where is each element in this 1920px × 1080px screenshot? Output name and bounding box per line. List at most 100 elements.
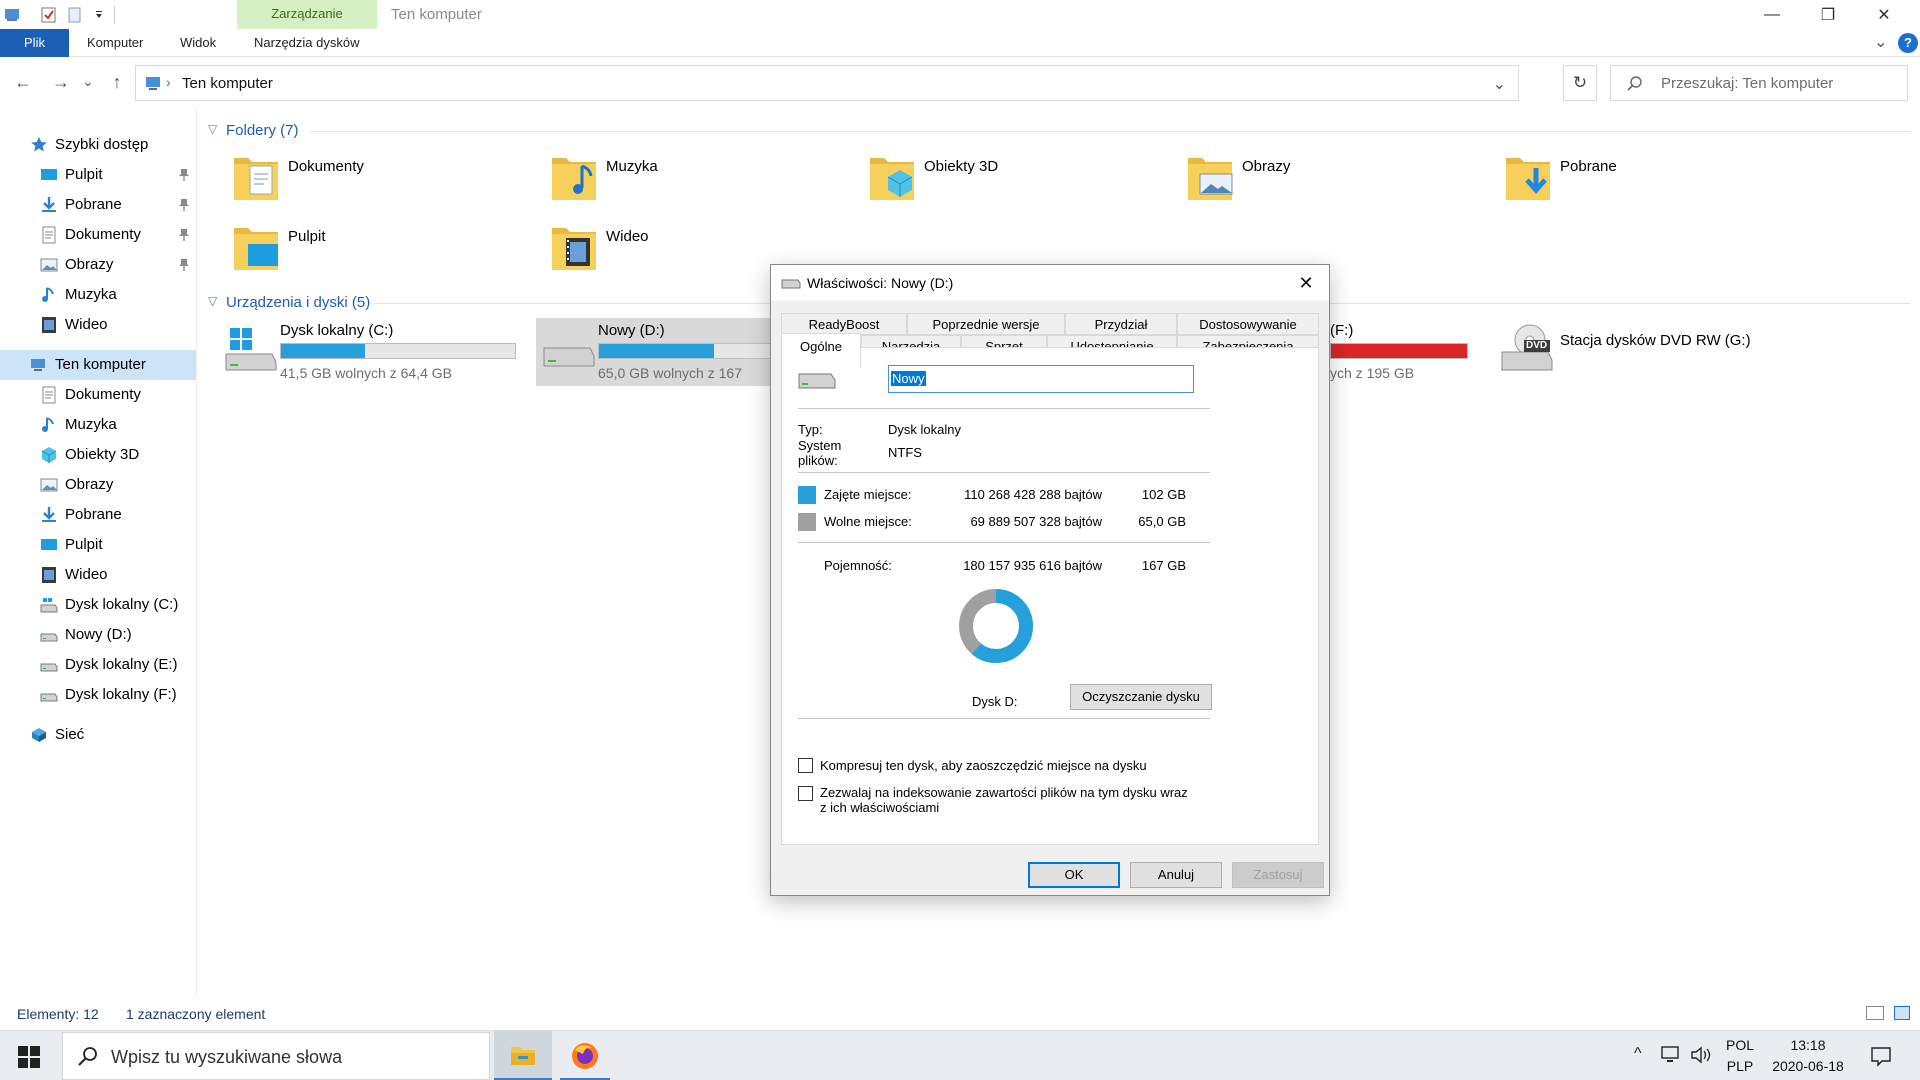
sidebar-item-ten-komputer[interactable]: Ten komputer [0, 350, 196, 380]
dialog-close-button[interactable]: ✕ [1289, 267, 1323, 299]
desktop-icon [40, 166, 58, 184]
collapse-devices-chevron-icon[interactable]: ▽ [208, 294, 217, 308]
taskbar-search-input[interactable]: Wpisz tu wyszukiwane słowa [62, 1032, 490, 1080]
capacity-bytes: 180 157 935 616 bajtów [963, 558, 1102, 573]
maximize-icon: ❐ [1820, 6, 1836, 24]
pin-icon [178, 258, 190, 272]
recent-locations-button[interactable]: ⌄ [80, 69, 96, 95]
tab-quota[interactable]: Przydział [1065, 313, 1177, 335]
sidebar-item-muzyka[interactable]: Muzyka [0, 410, 196, 440]
folder-tile[interactable]: Muzyka [546, 148, 846, 212]
drive-icon [798, 370, 836, 390]
explorer-app-icon[interactable] [4, 6, 22, 24]
objects-3d-folder-icon [868, 152, 918, 204]
sidebar-item-pobrane[interactable]: Pobrane [0, 500, 196, 530]
large-icons-view-icon[interactable] [1894, 1006, 1910, 1020]
tab-general[interactable]: Ogólne [781, 333, 861, 369]
forward-button[interactable]: → [48, 69, 74, 95]
tab-file[interactable]: Plik [0, 29, 69, 57]
tab-drive-tools[interactable]: Narzędzia dysków [240, 29, 374, 57]
pictures-icon [40, 256, 58, 274]
sidebar-item-dokumenty[interactable]: Dokumenty [0, 220, 196, 250]
sidebar-item-label: Pulpit [65, 536, 103, 553]
sidebar-item-sieć[interactable]: Sieć [0, 720, 196, 750]
folder-tile[interactable]: Dokumenty [228, 148, 528, 212]
dvd-drive-tile[interactable]: DVD Stacja dysków DVD RW (G:) [1500, 318, 1800, 388]
tray-chevron-icon[interactable]: ^ [1634, 1045, 1642, 1063]
sidebar-item-pulpit[interactable]: Pulpit [0, 160, 196, 190]
maximize-button[interactable]: ❐ [1800, 0, 1856, 29]
drive-c-tile[interactable]: Dysk lokalny (C:) 41,5 GB wolnych z 64,4… [220, 318, 520, 388]
language-indicator[interactable]: POL [1720, 1037, 1760, 1053]
sidebar-item-obrazy[interactable]: Obrazy [0, 250, 196, 280]
folder-tile[interactable]: Obiekty 3D [864, 148, 1164, 212]
sidebar-item-dysk-lokalny-f[interactable]: Dysk lokalny (F:) [0, 680, 196, 710]
sidebar-item-obiekty-3d[interactable]: Obiekty 3D [0, 440, 196, 470]
sidebar-item-nowy-d[interactable]: Nowy (D:) [0, 620, 196, 650]
folder-tile[interactable]: Obrazy [1182, 148, 1482, 212]
properties-icon[interactable] [40, 6, 58, 24]
breadcrumb-path[interactable]: Ten komputer [182, 75, 273, 92]
new-folder-icon[interactable] [66, 6, 84, 24]
devices-group-header[interactable]: Urządzenia i dyski (5) [226, 294, 370, 311]
folder-tile[interactable]: Pulpit [228, 218, 528, 282]
address-dropdown-icon[interactable]: ⌄ [1493, 74, 1506, 94]
drive-usage-bar [280, 343, 516, 359]
ribbon-expand-icon[interactable]: ⌄ [1874, 32, 1887, 52]
folder-name: Obrazy [1242, 158, 1291, 175]
sidebar-item-obrazy[interactable]: Obrazy [0, 470, 196, 500]
ok-button[interactable]: OK [1028, 862, 1120, 888]
collapse-folders-chevron-icon[interactable]: ▽ [208, 122, 217, 136]
drive-icon [781, 277, 801, 289]
tab-readyboost[interactable]: ReadyBoost [781, 313, 907, 335]
help-icon[interactable]: ? [1898, 33, 1918, 53]
volume-tray-icon[interactable] [1690, 1045, 1712, 1065]
cancel-button[interactable]: Anuluj [1130, 862, 1222, 888]
network-tray-icon[interactable] [1660, 1045, 1682, 1065]
minimize-button[interactable]: — [1744, 0, 1800, 29]
keyboard-layout-indicator[interactable]: PLP [1720, 1058, 1760, 1074]
taskbar-firefox-button[interactable] [556, 1031, 614, 1080]
search-input[interactable]: Przeszukaj: Ten komputer [1610, 65, 1908, 101]
pictures-folder-icon [1186, 152, 1236, 204]
drive-name-input[interactable]: Nowy [888, 365, 1194, 393]
status-selected-count: 1 zaznaczony element [126, 1006, 266, 1022]
clock-date[interactable]: 2020-06-18 [1766, 1058, 1850, 1074]
details-view-icon[interactable] [1866, 1006, 1884, 1020]
sidebar-item-pobrane[interactable]: Pobrane [0, 190, 196, 220]
dialog-title: Właściwości: Nowy (D:) [807, 275, 954, 291]
close-button[interactable]: ✕ [1856, 0, 1912, 29]
sidebar-item-dysk-lokalny-e[interactable]: Dysk lokalny (E:) [0, 650, 196, 680]
folders-group-header[interactable]: Foldery (7) [226, 122, 299, 139]
refresh-button[interactable]: ↻ [1563, 65, 1597, 101]
tab-computer[interactable]: Komputer [73, 29, 157, 57]
sidebar-item-dysk-lokalny-c[interactable]: Dysk lokalny (C:) [0, 590, 196, 620]
sidebar-item-label: Szybki dostęp [55, 136, 149, 153]
index-checkbox[interactable] [798, 786, 813, 801]
compress-checkbox[interactable] [798, 758, 813, 773]
folder-tile[interactable]: Pobrane [1500, 148, 1800, 212]
drive-name: Stacja dysków DVD RW (G:) [1560, 332, 1751, 349]
apply-button[interactable]: Zastosuj [1232, 862, 1324, 888]
sidebar-item-label: Dysk lokalny (F:) [65, 686, 177, 703]
customize-toolbar-icon[interactable] [90, 6, 108, 24]
disk-cleanup-button[interactable]: Oczyszczanie dysku [1070, 684, 1212, 710]
sidebar-item-muzyka[interactable]: Muzyka [0, 280, 196, 310]
back-button[interactable]: ← [10, 69, 36, 95]
dvd-label: DVD [1526, 340, 1548, 351]
action-center-icon[interactable] [1870, 1045, 1892, 1067]
windows-start-icon[interactable] [18, 1046, 40, 1068]
address-bar[interactable]: › Ten komputer ⌄ [135, 65, 1519, 101]
sidebar-item-szybki-dostęp[interactable]: Szybki dostęp [0, 130, 196, 160]
sidebar-item-wideo[interactable]: Wideo [0, 310, 196, 340]
sidebar-item-dokumenty[interactable]: Dokumenty [0, 380, 196, 410]
sidebar-item-pulpit[interactable]: Pulpit [0, 530, 196, 560]
sidebar-item-wideo[interactable]: Wideo [0, 560, 196, 590]
tab-customize[interactable]: Dostosowywanie [1177, 313, 1319, 335]
clock-time[interactable]: 13:18 [1766, 1037, 1850, 1053]
tab-previous-versions[interactable]: Poprzednie wersje [907, 313, 1065, 335]
taskbar-explorer-button[interactable] [494, 1031, 552, 1080]
tab-view[interactable]: Widok [166, 29, 230, 57]
context-tab-manage[interactable]: Zarządzanie [237, 0, 377, 29]
up-button[interactable]: ↑ [104, 69, 130, 95]
